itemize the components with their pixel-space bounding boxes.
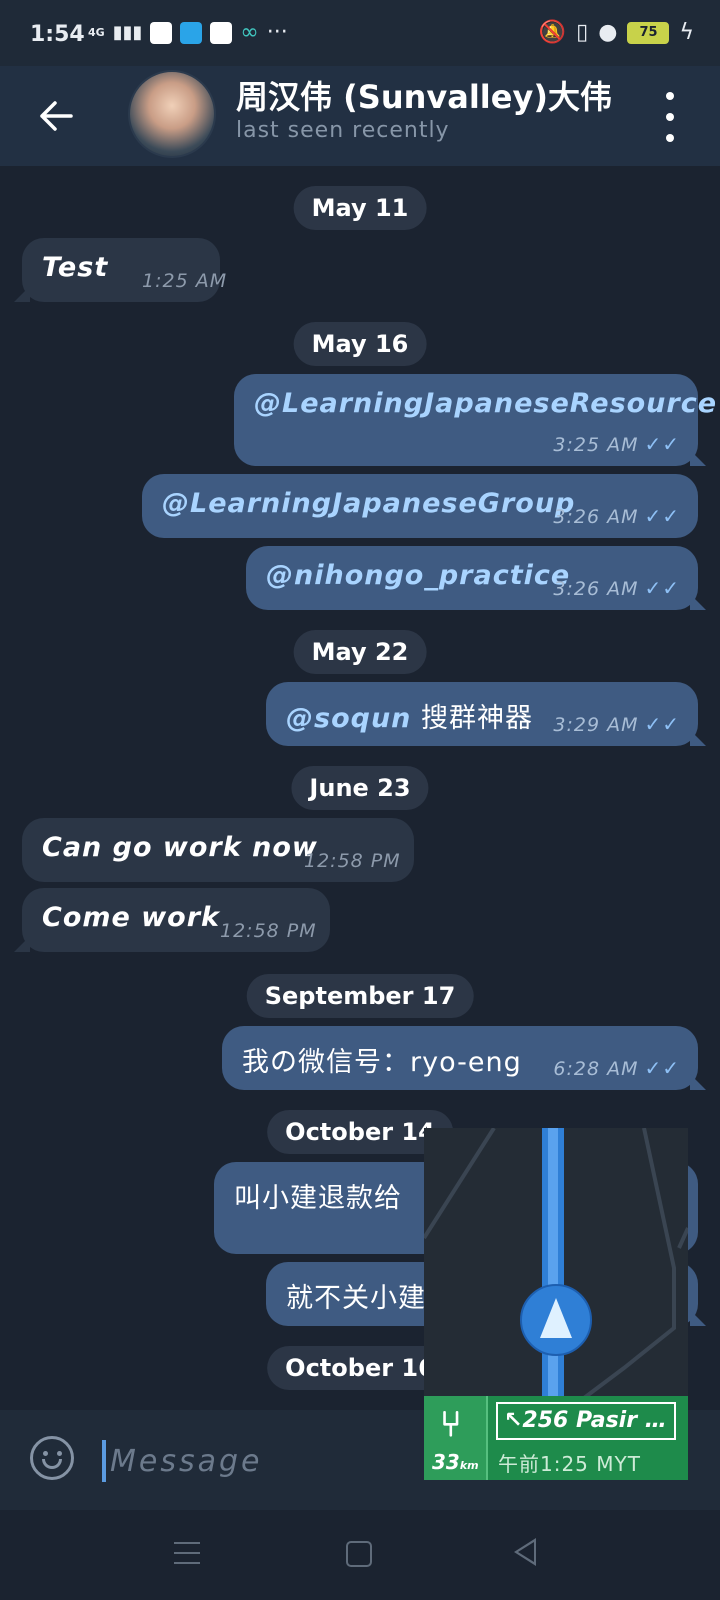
- message-time-value: 6:28 AM: [553, 1058, 639, 1080]
- date-separator: May 11: [293, 186, 427, 230]
- message-time: 3:25 AM ✓✓: [553, 432, 680, 456]
- location-icon: ●: [598, 20, 618, 45]
- navigation-map-overlay[interactable]: ⑂ 33km ↖256 Pasir Gud... 午前1:25 MYT: [424, 1128, 688, 1480]
- message-outgoing[interactable]: @LearningJapaneseGroup 3:26 AM ✓✓: [142, 474, 698, 538]
- message-incoming[interactable]: Test 1:25 AM: [14, 238, 226, 302]
- read-checkmarks-icon: ✓✓: [644, 504, 680, 528]
- home-icon[interactable]: [346, 1541, 372, 1567]
- bubble-tail: [690, 450, 706, 466]
- message-time-value: 3:26 AM: [553, 578, 639, 600]
- message-outgoing[interactable]: 我の微信号：ryo-eng 6:28 AM ✓✓: [222, 1026, 706, 1090]
- text-cursor: [102, 1440, 106, 1482]
- menu-dot: [666, 113, 674, 121]
- menu-line: [174, 1542, 200, 1544]
- date-separator: September 17: [246, 974, 474, 1018]
- recent-apps-icon[interactable]: [174, 1542, 200, 1564]
- bubble-tail: [690, 594, 706, 610]
- message-outgoing[interactable]: @nihongo_practice 3:26 AM ✓✓: [246, 546, 706, 610]
- menu-line: [174, 1562, 200, 1564]
- bubble-tail: [690, 730, 706, 746]
- distance: 33km: [432, 1450, 479, 1474]
- menu-line: [174, 1552, 200, 1554]
- message-link[interactable]: @LearningJapaneseGroup: [162, 488, 575, 519]
- message-time: 1:25 AM: [142, 270, 228, 292]
- menu-dot: [666, 92, 674, 100]
- bubble-tail: [690, 1074, 706, 1090]
- avatar[interactable]: [128, 70, 216, 158]
- message-text: 搜群神器: [411, 703, 533, 734]
- more-options-icon[interactable]: [660, 92, 680, 142]
- back-arrow-icon[interactable]: [34, 94, 78, 138]
- message-link[interactable]: @soqun: [286, 703, 411, 734]
- message-time: 12:58 PM: [304, 850, 401, 872]
- read-checkmarks-icon: ✓✓: [644, 1056, 680, 1080]
- bubble-tail: [14, 936, 30, 952]
- read-checkmarks-icon: ✓✓: [644, 712, 680, 736]
- message-incoming[interactable]: Can go work now 12:58 PM: [22, 818, 414, 882]
- status-bar: 1:54 4G ▮▮▮ ∞ ··· 🔕 ▯ ● 75 ϟ: [0, 0, 720, 66]
- message-time: 12:58 PM: [220, 920, 317, 942]
- fork-left-icon: ⑂: [440, 1404, 462, 1445]
- eta-text: 午前1:25 MYT: [498, 1452, 641, 1476]
- notification-icons: 4G ▮▮▮ ∞ ···: [88, 20, 288, 45]
- message-link[interactable]: @LearningJapaneseResource: [254, 388, 717, 419]
- message-link[interactable]: @nihongo_practice: [266, 560, 570, 591]
- telegram-app-icon: [180, 21, 203, 44]
- message-time: 6:28 AM ✓✓: [553, 1056, 680, 1080]
- back-triangle-icon[interactable]: [514, 1538, 536, 1566]
- mute-icon: 🔕: [538, 20, 567, 45]
- more-notifications-icon: ···: [266, 20, 288, 45]
- last-seen-status: last seen recently: [236, 118, 450, 143]
- network-type: 4G: [88, 26, 105, 39]
- message-text: 叫小建退款给: [234, 1183, 402, 1214]
- date-separator: June 23: [291, 766, 429, 810]
- cloud-icon: ∞: [240, 20, 259, 45]
- message-input[interactable]: [108, 1434, 472, 1488]
- chat-header: 周汉伟 (Sunvalley)大伟 last seen recently: [0, 66, 720, 166]
- bubble-tail: [690, 1310, 706, 1326]
- back-arrow-svg: [40, 101, 73, 131]
- message-text: Test: [42, 252, 109, 283]
- message-outgoing[interactable]: @soqun 搜群神器 3:29 AM ✓✓: [266, 682, 706, 746]
- status-time: 1:54: [30, 22, 85, 47]
- message-time: 3:29 AM ✓✓: [553, 712, 680, 736]
- route-sign: ⑂ 33km ↖256 Pasir Gud... 午前1:25 MYT: [424, 1396, 688, 1480]
- navigation-arrow-icon: [520, 1284, 592, 1356]
- read-checkmarks-icon: ✓✓: [644, 432, 680, 456]
- contact-name[interactable]: 周汉伟 (Sunvalley)大伟: [236, 72, 612, 118]
- message-content: @soqun 搜群神器: [286, 696, 533, 735]
- system-navigation-bar: [0, 1510, 720, 1600]
- message-time-value: 3:25 AM: [553, 434, 639, 456]
- battery-icon: 75: [627, 21, 670, 44]
- message-text: Come work: [42, 902, 220, 933]
- distance-unit: km: [459, 1459, 479, 1472]
- bubble-tail: [14, 286, 30, 302]
- app-notification-icon: [210, 21, 233, 44]
- read-checkmarks-icon: ✓✓: [644, 576, 680, 600]
- turn-direction: ⑂ 33km: [424, 1396, 488, 1480]
- system-icons: 🔕 ▯ ● 75 ϟ: [539, 20, 694, 45]
- emoji-icon[interactable]: [30, 1436, 74, 1480]
- menu-dot: [666, 134, 674, 142]
- signal-icon: ▮▮▮: [112, 22, 143, 43]
- distance-value: 33: [432, 1450, 460, 1474]
- message-outgoing[interactable]: @LearningJapaneseResource 3:25 AM ✓✓: [234, 374, 716, 466]
- vibrate-icon: ▯: [576, 20, 589, 45]
- message-incoming[interactable]: Come work 12:58 PM: [14, 888, 330, 952]
- road-name: ↖256 Pasir Gud...: [496, 1402, 676, 1440]
- message-text: Can go work now: [42, 832, 318, 863]
- battery-level: 75: [639, 25, 658, 40]
- message-time-value: 3:26 AM: [553, 506, 639, 528]
- date-separator: May 22: [293, 630, 427, 674]
- date-separator: May 16: [293, 322, 427, 366]
- maps-app-icon: [150, 21, 173, 44]
- message-time: 3:26 AM ✓✓: [553, 504, 680, 528]
- message-text: 就不关小建: [286, 1283, 426, 1314]
- charging-icon: ϟ: [679, 20, 694, 45]
- message-time-value: 3:29 AM: [553, 714, 639, 736]
- message-time: 3:26 AM ✓✓: [553, 576, 680, 600]
- message-text: 我の微信号：ryo-eng: [242, 1047, 522, 1078]
